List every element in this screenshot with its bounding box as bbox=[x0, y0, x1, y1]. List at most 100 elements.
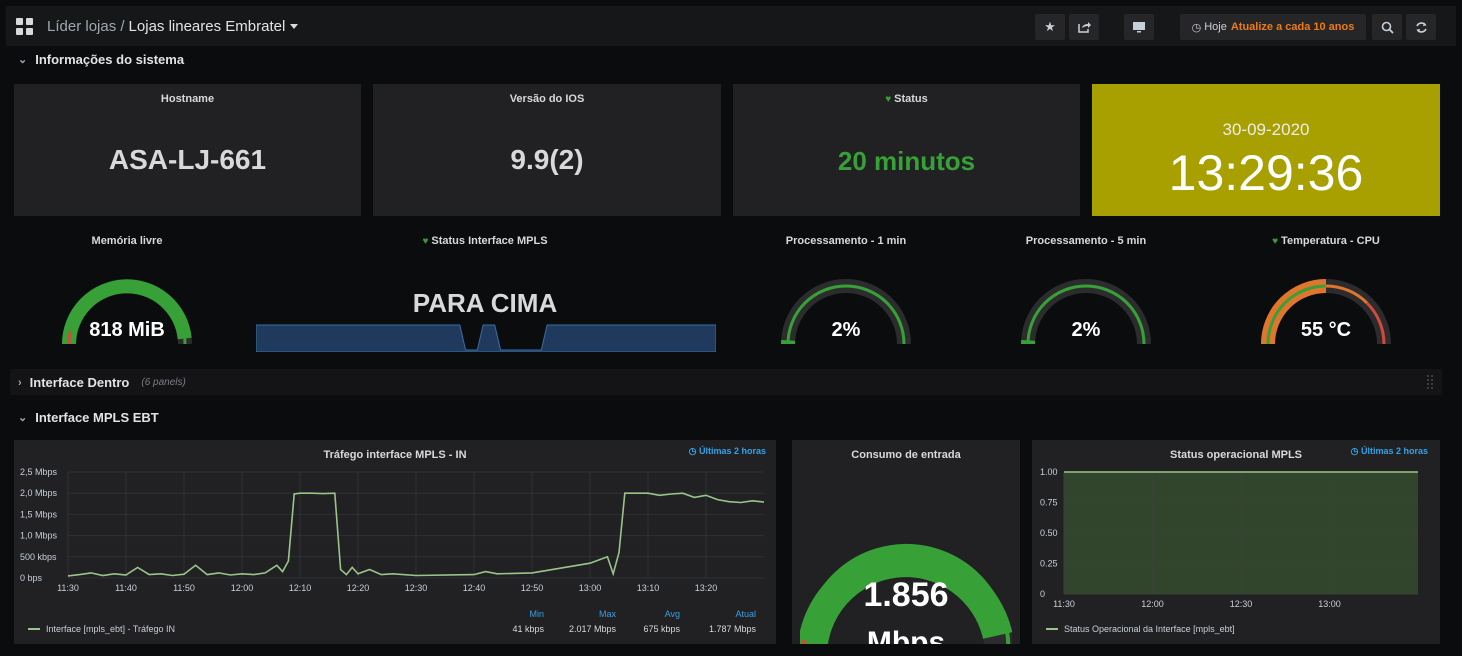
memory-value: 818 MiB bbox=[89, 319, 165, 341]
x-tick-label: 12:20 bbox=[347, 583, 370, 593]
operational-status-chart: 0 0.25 0.50 0.75 1.00 11:30 12:00 12:30 13:00 bbox=[1040, 467, 1418, 609]
panel-title: Processamento - 1 min bbox=[785, 235, 907, 247]
stat-current: 1.787 Mbps bbox=[708, 624, 756, 634]
panel-cpu-temperature[interactable]: ♥ Temperatura - CPU 55 °C bbox=[1210, 226, 1442, 356]
panel-clock[interactable]: 30-09-2020 13:29:36 bbox=[1092, 84, 1440, 216]
time-range-link[interactable]: ◷ Últimas 2 horas bbox=[1351, 446, 1428, 457]
panel-traffic-in[interactable]: Tráfego interface MPLS - IN ◷ Últimas 2 … bbox=[14, 440, 776, 644]
time-range-link[interactable]: ◷ Últimas 2 horas bbox=[689, 446, 766, 457]
panel-title: Processamento - 5 min bbox=[1025, 235, 1147, 247]
y-tick-label: 0.50 bbox=[1040, 528, 1058, 538]
panel-title: Status Interface MPLS bbox=[431, 235, 548, 247]
stat-header-avg: Avg bbox=[664, 609, 680, 619]
uptime-value: 20 minutos bbox=[837, 146, 976, 176]
y-tick-label: 1,0 Mbps bbox=[20, 531, 58, 541]
row-interface-inside[interactable]: › Interface Dentro (6 panels) bbox=[10, 369, 1442, 395]
y-tick-label: 2,0 Mbps bbox=[20, 488, 58, 498]
y-tick-label: 2,5 Mbps bbox=[20, 467, 58, 477]
time-range-label: Últimas 2 horas bbox=[698, 446, 766, 456]
row-inside-title: Interface Dentro bbox=[29, 375, 130, 390]
tv-mode-button[interactable] bbox=[1124, 14, 1154, 40]
breadcrumb: Líder lojas / Lojas lineares Embratel bbox=[47, 18, 299, 35]
heart-icon: ♥ bbox=[422, 236, 429, 247]
hostname-value: ASA-LJ-661 bbox=[108, 144, 267, 175]
refresh-button[interactable] bbox=[1406, 14, 1436, 40]
y-tick-label: 1.00 bbox=[1040, 467, 1058, 477]
panel-free-memory[interactable]: Memória livre 818 MiB bbox=[14, 226, 240, 356]
drag-handle-icon[interactable] bbox=[1426, 373, 1434, 391]
legend-item[interactable]: Interface [mpls_ebt] - Tráfego IN bbox=[28, 624, 175, 634]
sparkline-area bbox=[256, 324, 716, 352]
chevron-down-icon: ⌄ bbox=[18, 54, 28, 66]
temperature-value: 55 °C bbox=[1300, 319, 1352, 341]
zoom-out-button[interactable] bbox=[1372, 14, 1402, 40]
y-tick-label: 0.75 bbox=[1040, 498, 1058, 508]
y-tick-label: 0.25 bbox=[1040, 559, 1058, 569]
panel-status[interactable]: ♥ Status 20 minutos bbox=[733, 84, 1080, 216]
panel-input-consumption[interactable]: Consumo de entrada 1.856 Mbps bbox=[792, 440, 1020, 644]
row-system-info[interactable]: ⌄ Informações do sistema bbox=[18, 52, 184, 67]
breadcrumb-parent[interactable]: Líder lojas / bbox=[47, 18, 125, 35]
panel-title: Temperatura - CPU bbox=[1281, 235, 1380, 247]
consumption-value: 1.856 bbox=[863, 576, 949, 614]
stat-header-min: Min bbox=[529, 609, 544, 619]
panel-operational-status[interactable]: Status operacional MPLS ◷ Últimas 2 hora… bbox=[1032, 440, 1440, 644]
x-tick-label: 12:40 bbox=[463, 583, 486, 593]
dashboard-grid-icon[interactable] bbox=[16, 17, 33, 35]
stat-min: 41 kbps bbox=[512, 624, 544, 634]
x-tick-label: 13:20 bbox=[695, 583, 718, 593]
heart-icon: ♥ bbox=[1272, 236, 1279, 247]
x-tick-label: 11:30 bbox=[1053, 599, 1075, 609]
y-tick-label: 0 bps bbox=[20, 573, 43, 583]
star-button[interactable]: ★ bbox=[1035, 14, 1065, 40]
x-tick-label: 12:30 bbox=[1230, 599, 1253, 609]
x-tick-label: 12:50 bbox=[521, 583, 544, 593]
x-tick-label: 11:40 bbox=[115, 583, 137, 593]
x-tick-label: 12:00 bbox=[1141, 599, 1164, 609]
panel-title: Versão do IOS bbox=[509, 93, 585, 105]
consumption-gauge bbox=[800, 544, 1012, 644]
y-tick-label: 0 bbox=[1040, 589, 1045, 599]
legend-label: Interface [mpls_ebt] - Tráfego IN bbox=[46, 624, 176, 634]
refresh-icon bbox=[1415, 21, 1427, 33]
share-button[interactable] bbox=[1069, 14, 1099, 40]
panel-title-wrap: ♥ Status Interface MPLS bbox=[254, 235, 716, 247]
top-bar: Líder lojas / Lojas lineares Embratel ★ … bbox=[6, 6, 1456, 46]
clock-icon: ◷ bbox=[688, 446, 699, 456]
clock-icon: ◷ bbox=[1350, 446, 1361, 456]
monitor-icon bbox=[1133, 22, 1145, 33]
legend-swatch bbox=[1046, 628, 1058, 630]
chevron-down-icon[interactable] bbox=[290, 23, 299, 29]
mpls-status-sparkline bbox=[256, 324, 716, 352]
panel-title-wrap: ♥ Temperatura - CPU bbox=[1210, 235, 1442, 247]
stat-header-current: Atual bbox=[735, 609, 756, 619]
mpls-status-value: PARA CIMA bbox=[412, 288, 558, 318]
dashboard-title[interactable]: Lojas lineares Embratel bbox=[129, 18, 286, 35]
legend-swatch bbox=[28, 628, 40, 630]
y-tick-label: 1,5 Mbps bbox=[20, 509, 58, 519]
stat-header-max: Max bbox=[598, 609, 616, 619]
ios-version-value: 9.9(2) bbox=[510, 144, 584, 175]
clock-icon: ◷ bbox=[1191, 21, 1202, 34]
x-tick-label: 13:10 bbox=[637, 583, 660, 593]
panel-cpu-1min[interactable]: Processamento - 1 min 2% bbox=[730, 226, 962, 356]
panel-title-wrap: ♥ Status bbox=[733, 93, 1080, 105]
panel-ios-version[interactable]: Versão do IOS 9.9(2) bbox=[373, 84, 721, 216]
legend-item[interactable]: Status Operacional da Interface [mpls_eb… bbox=[1046, 624, 1235, 634]
x-tick-label: 11:30 bbox=[57, 583, 79, 593]
panel-cpu-5min[interactable]: Processamento - 5 min 2% bbox=[970, 226, 1202, 356]
panel-hostname[interactable]: Hostname ASA-LJ-661 bbox=[14, 84, 361, 216]
time-picker-button[interactable]: ◷ Hoje Atualize a cada 10 anos bbox=[1180, 14, 1366, 40]
row-interface-mpls[interactable]: ⌄ Interface MPLS EBT bbox=[18, 410, 159, 425]
traffic-line-chart: 0 bps 500 kbps 1,0 Mbps 1,5 Mbps 2,0 Mbps 2,5… bbox=[20, 467, 765, 593]
stat-max: 2.017 Mbps bbox=[568, 624, 616, 634]
panel-title: Status bbox=[894, 93, 928, 105]
panel-title: Hostname bbox=[160, 93, 215, 105]
consumption-unit: Mbps bbox=[866, 626, 946, 644]
clock-time: 13:29:36 bbox=[1168, 145, 1364, 201]
chevron-down-icon: ⌄ bbox=[18, 412, 28, 424]
stat-avg: 675 kbps bbox=[643, 624, 680, 634]
x-tick-label: 13:00 bbox=[579, 583, 602, 593]
panel-mpls-interface-status[interactable]: ♥ Status Interface MPLS PARA CIMA bbox=[254, 226, 716, 356]
star-icon: ★ bbox=[1044, 19, 1056, 34]
